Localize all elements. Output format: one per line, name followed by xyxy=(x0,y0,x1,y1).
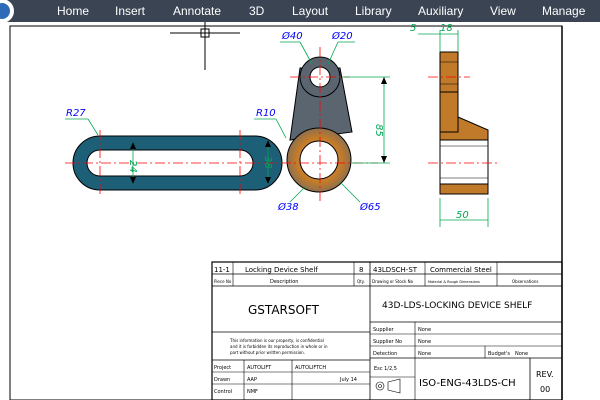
tab-annotate[interactable]: Annotate xyxy=(173,0,221,22)
dim-r10: R10 xyxy=(256,108,276,119)
tb-rev-value: 00 xyxy=(540,385,550,394)
tb-part-name: Locking Device Shelf xyxy=(245,266,318,274)
dim-d40: Ø40 xyxy=(281,30,303,42)
dim-v24: 24 xyxy=(127,160,138,173)
dim-v85: 85 xyxy=(373,124,384,137)
lower-hole xyxy=(299,140,339,180)
dim-r27: R27 xyxy=(66,108,86,119)
tab-layout[interactable]: Layout xyxy=(292,0,328,22)
tb-header-description: Description xyxy=(270,279,298,285)
tab-home[interactable]: Home xyxy=(57,0,89,22)
dim-v38: 38 xyxy=(262,156,273,169)
tb-company: GSTARSOFT xyxy=(248,303,320,317)
dim-s18: 18 xyxy=(440,23,453,34)
drawing-canvas[interactable]: Ø40 Ø20 R27 R10 Ø38 Ø65 85 24 38 5 18 50 xyxy=(0,22,600,400)
tb-supplier-no-value: None xyxy=(418,339,431,345)
tb-detection-label: Detection xyxy=(373,351,397,357)
tb-scale: Esc 1/2,5 xyxy=(374,366,397,372)
tab-manage[interactable]: Manage xyxy=(542,0,585,22)
tb-material: Commercial Steel xyxy=(430,266,492,274)
tb-header-drawing: Drawing or Stock No xyxy=(372,279,414,284)
tb-title: 43D-LDS-LOCKING DEVICE SHELF xyxy=(382,301,532,311)
tb-budget-label: Budget's xyxy=(488,351,510,357)
tb-control-value: NMF xyxy=(247,389,258,395)
dim-d65: Ø65 xyxy=(359,201,381,213)
tb-notice-line3: part without prior written permission. xyxy=(230,350,305,355)
tb-header-piece: Piece No xyxy=(214,279,232,284)
tb-project-value1: AUTOLIFT xyxy=(247,365,272,371)
tb-header-qty: Qty. xyxy=(357,279,365,284)
dim-d20: Ø20 xyxy=(331,30,353,42)
ribbon-tab-bar: Home Insert Annotate 3D Layout Library A… xyxy=(0,0,600,22)
tb-header-observations: Observations xyxy=(512,279,538,284)
tb-qty: 8 xyxy=(359,266,363,274)
tb-supplier-value: None xyxy=(418,327,431,333)
tb-notice-line1: This information is our property, is con… xyxy=(229,338,324,343)
tb-detection-value: None xyxy=(418,351,431,357)
tb-drawing-ref: 43LDSCH-ST xyxy=(373,266,418,274)
tab-view[interactable]: View xyxy=(490,0,516,22)
dim-s50: 50 xyxy=(456,210,469,221)
app-logo-icon[interactable] xyxy=(0,0,22,22)
dim-s5: 5 xyxy=(410,23,416,34)
tb-header-material: Material & Rough Dimensions xyxy=(428,280,480,284)
tb-drawn-label: Drawn xyxy=(214,377,230,383)
tb-supplier-no-label: Supplier No xyxy=(373,339,402,345)
tab-insert[interactable]: Insert xyxy=(115,0,145,22)
tb-item-no: 11-1 xyxy=(214,266,230,274)
tab-3d[interactable]: 3D xyxy=(249,0,264,22)
tb-notice-line2: and it is forbidden its reproduction in … xyxy=(230,344,328,349)
tab-auxiliary[interactable]: Auxiliary xyxy=(418,0,463,22)
dim-d38: Ø38 xyxy=(277,201,299,213)
tb-drawn-date: July 14 xyxy=(339,377,357,383)
tab-library[interactable]: Library xyxy=(355,0,392,22)
tb-drawing-number: ISO-ENG-43LDS-CH xyxy=(419,378,516,389)
tb-supplier-label: Supplier xyxy=(373,327,395,333)
tb-drawn-value: AAP xyxy=(247,377,257,383)
tb-project-label: Project xyxy=(214,365,231,371)
tb-rev-label: REV. xyxy=(536,370,554,379)
tb-budget-value: None xyxy=(515,351,528,357)
tb-project-value2: AUTOLIFTCH xyxy=(295,365,326,371)
tb-control-label: Control xyxy=(214,389,232,395)
